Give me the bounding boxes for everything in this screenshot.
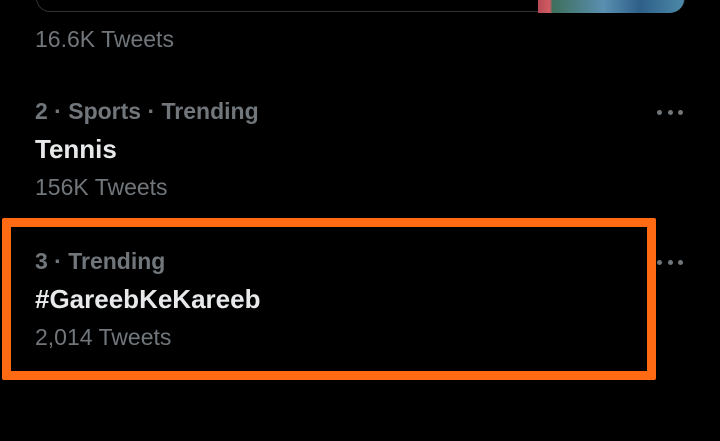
previous-trend-card[interactable] bbox=[36, 0, 685, 13]
trends-list: 16.6K Tweets 2 · Sports · Trending Tenni… bbox=[0, 0, 720, 441]
more-horizontal-icon[interactable] bbox=[657, 108, 683, 116]
highlight-annotation-box bbox=[2, 218, 656, 380]
trend-meta: 2 · Sports · Trending bbox=[35, 98, 259, 124]
trend-name: Tennis bbox=[35, 134, 117, 164]
trend-thumbnail-image bbox=[538, 0, 684, 13]
more-horizontal-icon[interactable] bbox=[657, 258, 683, 266]
trend-tweet-count: 156K Tweets bbox=[35, 174, 168, 200]
previous-trend-tweet-count: 16.6K Tweets bbox=[35, 26, 174, 52]
trend-item-tennis[interactable]: 2 · Sports · Trending Tennis 156K Tweets bbox=[35, 98, 675, 201]
